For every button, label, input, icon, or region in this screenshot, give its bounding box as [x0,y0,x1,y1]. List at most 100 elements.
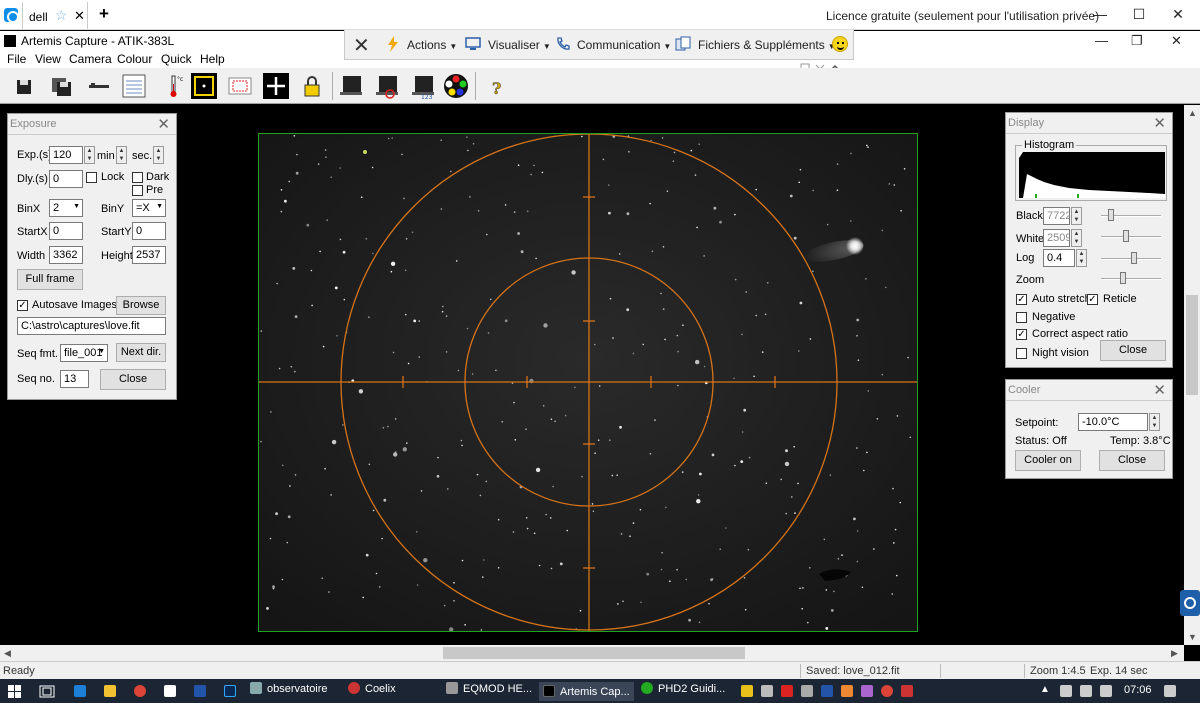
files-menu[interactable]: Fichiers & Suppléments▼ [698,38,836,52]
telescope-icon[interactable] [86,72,114,100]
height-field[interactable]: 2537 [132,246,166,264]
display-close-button[interactable]: Close [1100,340,1166,361]
vertical-scroll-thumb[interactable] [1186,295,1198,395]
crosshair-icon[interactable] [262,72,290,100]
close-icon[interactable]: ✕ [157,115,170,133]
tray-expand-icon[interactable]: ▲ [1040,684,1050,695]
starty-field[interactable]: 0 [132,222,166,240]
favorite-star-icon[interactable]: ☆ [55,7,68,24]
menu-help[interactable]: Help [200,52,225,66]
tray-app-icon[interactable] [901,685,913,697]
horizontal-scrollbar[interactable]: ◀ ▶ [0,645,1184,661]
log-slider-thumb[interactable] [1131,252,1137,264]
log-spinner[interactable]: ▲ ▼ [1076,249,1087,267]
startx-field[interactable]: 0 [49,222,83,240]
reticle-checkbox[interactable]: ✓ [1087,294,1098,305]
communication-menu[interactable]: Communication ▼ [577,38,671,52]
cooler-close-button[interactable]: Close [1099,450,1165,471]
action-center-icon[interactable] [1164,685,1176,697]
taskbar-app-coelix[interactable]: Coelix [348,682,438,701]
width-field[interactable]: 3362 [49,246,83,264]
exp-spinner[interactable]: ▲ ▼ [84,146,95,164]
menu-quick[interactable]: Quick [161,52,192,66]
dly-field[interactable]: 0 [49,170,83,188]
tray-app-icon[interactable] [841,685,853,697]
view-menu[interactable]: Visualiser ▼ [488,38,551,52]
menu-colour[interactable]: Colour [117,52,152,66]
sec-spinner[interactable]: ▲ ▼ [153,146,164,164]
battery-icon[interactable] [1080,685,1092,697]
zoom-slider-track[interactable] [1101,278,1161,280]
save-path-field[interactable]: C:\astro\captures\love.fit [17,317,166,335]
next-dir-button[interactable]: Next dir. [116,343,166,362]
app-minimize-icon[interactable]: — [1095,33,1108,48]
color-filter-wheel-icon[interactable] [442,72,470,100]
pre-checkbox[interactable] [132,185,143,196]
scroll-down-icon[interactable]: ▼ [1188,632,1197,642]
exposure-close-button[interactable]: Close [100,369,166,390]
scroll-up-icon[interactable]: ▲ [1188,108,1197,118]
white-spinner[interactable]: ▲ ▼ [1071,229,1082,247]
tray-app-icon[interactable] [861,685,873,697]
autostretch-checkbox[interactable]: ✓ [1016,294,1027,305]
setpoint-field[interactable]: -10.0°C [1078,413,1148,431]
horizontal-scroll-thumb[interactable] [443,647,745,659]
scroll-left-icon[interactable]: ◀ [4,648,11,659]
store-icon[interactable] [164,685,176,697]
binx-select[interactable]: 2 [49,199,83,217]
taskbar-app-artemis[interactable]: Artemis Cap... [539,682,634,701]
maximize-icon[interactable]: ☐ [1129,6,1149,23]
network-icon[interactable] [1060,685,1072,697]
full-frame-button[interactable]: Full frame [17,269,83,290]
log-field[interactable]: 0.4 [1043,249,1075,267]
chrome-icon[interactable] [134,685,146,697]
lock-checkbox[interactable] [86,172,97,183]
aspect-ratio-checkbox[interactable]: ✓ [1016,329,1027,340]
lock-icon[interactable] [298,72,326,100]
negative-checkbox[interactable] [1016,312,1027,323]
continuous-exposure-icon[interactable] [373,72,401,100]
black-spinner[interactable]: ▲ ▼ [1071,207,1082,225]
volume-icon[interactable] [1100,685,1112,697]
min-spinner[interactable]: ▲ ▼ [116,146,127,164]
white-level-field[interactable]: 25090 [1043,229,1070,247]
biny-select[interactable]: =X [132,199,166,217]
white-slider-track[interactable] [1101,236,1161,238]
tab-session[interactable]: dell ☆ ✕ [22,2,88,29]
select-region-icon[interactable] [226,72,254,100]
edge-icon[interactable] [74,685,86,697]
menu-view[interactable]: View [35,52,61,66]
setpoint-spinner[interactable]: ▲ ▼ [1149,413,1160,431]
close-tab-icon[interactable]: ✕ [74,8,85,24]
exp-seconds-field[interactable]: 120 [49,146,83,164]
tray-app-icon[interactable] [781,685,793,697]
photoshop-icon[interactable] [224,685,236,697]
taskbar-app-eqmod[interactable]: EQMOD HE... [446,682,536,701]
task-view-icon[interactable] [39,685,55,698]
dark-checkbox[interactable] [132,172,143,183]
tray-app-icon[interactable] [761,685,773,697]
cooler-on-button[interactable]: Cooler on [1015,450,1081,471]
black-slider-thumb[interactable] [1108,209,1114,221]
vertical-scrollbar[interactable]: ▲ ▼ [1184,105,1200,645]
fits-header-icon[interactable] [120,72,148,100]
tray-app-icon[interactable] [881,685,893,697]
help-question-icon[interactable]: ? [482,72,510,100]
app-restore-icon[interactable]: ❐ [1131,33,1143,49]
save-all-icon[interactable] [48,72,76,100]
scroll-right-icon[interactable]: ▶ [1171,648,1178,659]
tray-app-icon[interactable] [801,685,813,697]
browse-button[interactable]: Browse ... [116,296,166,328]
app-close-icon[interactable]: ✕ [1171,33,1182,49]
subframe-icon[interactable] [190,72,218,100]
close-icon[interactable]: ✕ [1153,114,1166,132]
single-exposure-icon[interactable] [337,72,365,100]
black-level-field[interactable]: 7722 [1043,207,1070,225]
close-icon[interactable]: ✕ [1153,381,1166,399]
menu-camera[interactable]: Camera [69,52,112,66]
tray-app-icon[interactable] [741,685,753,697]
teamviewer-side-icon[interactable] [1180,590,1200,616]
autosave-checkbox[interactable]: ✓ [17,300,28,311]
menu-file[interactable]: File [7,52,26,66]
windows-start-icon[interactable] [8,685,21,698]
